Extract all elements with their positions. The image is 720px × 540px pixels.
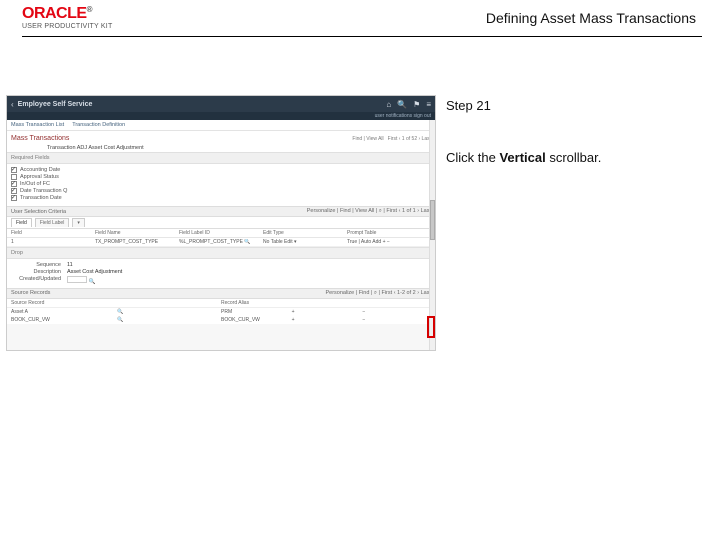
user-grid-row: 1 TX_PROMPT_COST_TYPE %L_PROMPT_COST_TYP… — [7, 238, 435, 247]
step-label: Step 21 — [446, 97, 702, 115]
field-label: Transaction Date — [20, 195, 62, 201]
col-prompt: Prompt Table — [347, 230, 431, 236]
source-records-title: Source Records — [11, 290, 50, 297]
vertical-scrollbar[interactable] — [429, 120, 435, 350]
brand-oracle: ORACLE® — [22, 6, 112, 22]
app-screenshot: ‹ Employee Self Service ⌂ 🔍 ⚑ ≡ user not… — [6, 95, 436, 351]
lookup-icon[interactable]: 🔍 — [89, 279, 96, 285]
required-fields-section: Required Fields — [7, 152, 435, 164]
page-head: Mass Transactions Find | View All First … — [7, 131, 435, 144]
tab-field-label[interactable]: Field Label — [35, 218, 69, 227]
col-edittype: Edit Type — [263, 230, 347, 236]
brand-oracle-text: ORACLE — [22, 5, 87, 22]
find-meta[interactable]: First ‹ 1 of 52 › Last — [388, 136, 431, 142]
cell-fieldname: TX_PROMPT_COST_TYPE — [95, 239, 179, 245]
back-chevron-icon[interactable]: ‹ — [11, 100, 14, 109]
navbar: ‹ Employee Self Service ⌂ 🔍 ⚑ ≡ — [7, 96, 435, 112]
home-icon[interactable]: ⌂ — [386, 100, 391, 109]
add-row-icon[interactable]: + — [292, 309, 361, 315]
brand-sub: USER PRODUCTIVITY KIT — [22, 23, 112, 30]
navbar-icons: ⌂ 🔍 ⚑ ≡ — [386, 100, 431, 109]
prop-desc-value: Asset Cost Adjustment — [67, 269, 122, 275]
flag-icon[interactable]: ⚑ — [413, 100, 420, 109]
content-row: ‹ Employee Self Service ⌂ 🔍 ⚑ ≡ user not… — [0, 95, 720, 351]
prop-created-label: Created/Updated — [11, 276, 61, 285]
drop-section: Drop — [7, 247, 435, 259]
field-label: Date Transaction Q — [20, 188, 67, 194]
created-input[interactable] — [67, 276, 87, 283]
field-label: Accounting Date — [20, 167, 60, 173]
instruction-bold: Vertical — [499, 150, 545, 165]
source-alias: BOOK_CUR_VW — [221, 317, 290, 323]
brand-block: ORACLE® USER PRODUCTIVITY KIT — [22, 6, 112, 30]
find-label[interactable]: Find | View All — [352, 136, 383, 142]
source-row: Asset A 🔍 PRM + − — [7, 308, 435, 316]
user-grid-tabs: Field Field Label ▾ — [7, 217, 435, 229]
source-rec: Asset A — [11, 309, 115, 315]
tab-field[interactable]: Field — [11, 218, 32, 227]
properties-block: Sequence 11 Description Asset Cost Adjustm… — [7, 259, 435, 288]
col-field: Field — [11, 230, 95, 236]
user-grid-cols: Field Field Name Field Label ID Edit Typ… — [7, 229, 435, 238]
col-source-record: Source Record — [11, 300, 221, 306]
cell-prompt: True | Auto Add — [347, 239, 381, 245]
col-labelid: Field Label ID — [179, 230, 263, 236]
tab-more-icon[interactable]: ▾ — [72, 218, 85, 227]
source-rec: BOOK_CUR_VW — [11, 317, 115, 323]
prop-sequence-label: Sequence — [11, 262, 61, 268]
remove-row-icon[interactable]: − — [387, 239, 390, 245]
remove-row-icon[interactable]: − — [362, 317, 431, 323]
subnav-text: user notifications sign out — [375, 113, 431, 119]
col-fieldname: Field Name — [95, 230, 179, 236]
menu-icon[interactable]: ≡ — [426, 100, 431, 109]
source-records-controls[interactable]: Personalize | Find | ⌕ | First ‹ 1-2 of … — [326, 290, 432, 297]
cell-label: %L_PROMPT_COST_TYPE — [179, 239, 243, 245]
remove-row-icon[interactable]: − — [362, 309, 431, 315]
search-icon[interactable]: 🔍 — [397, 100, 407, 109]
breadcrumb-item-1[interactable]: Mass Transaction List — [11, 122, 64, 128]
checkbox-icon[interactable] — [11, 195, 17, 201]
doc-header: ORACLE® USER PRODUCTIVITY KIT Defining A… — [0, 0, 720, 32]
navbar-title: Employee Self Service — [18, 101, 93, 108]
source-alias: PRM — [221, 309, 290, 315]
transaction-label: Transaction ADJ Asset Cost Adjustment — [7, 144, 435, 152]
lookup-icon[interactable]: 🔍 — [117, 309, 221, 315]
trademark-icon: ® — [87, 5, 92, 14]
source-row: BOOK_CUR_VW 🔍 BOOK_CUR_VW + − — [7, 316, 435, 324]
instruction-panel: Step 21 Click the Vertical scrollbar. — [446, 95, 702, 351]
dropdown-icon[interactable]: ▾ — [294, 239, 297, 245]
page-title: Mass Transactions — [11, 135, 69, 142]
header-rule — [22, 36, 702, 37]
breadcrumb-item-2[interactable]: Transaction Definition — [72, 122, 125, 128]
prop-desc-label: Description — [11, 269, 61, 275]
scrollbar-thumb[interactable] — [430, 200, 435, 240]
required-fields-block: Accounting Date Approval Status In/Out o… — [7, 164, 435, 206]
instruction-suffix: scrollbar. — [546, 150, 602, 165]
source-records-section: Source Records Personalize | Find | ⌕ | … — [7, 288, 435, 299]
cell-edittype: No Table Edit — [263, 239, 293, 245]
doc-title: Defining Asset Mass Transactions — [486, 10, 702, 26]
prop-sequence-value: 11 — [67, 262, 73, 268]
checkbox-icon[interactable] — [11, 167, 17, 173]
user-grid-controls[interactable]: Personalize | Find | View All | ⌕ | Firs… — [307, 208, 431, 215]
col-record-alias: Record Alias — [221, 300, 431, 306]
add-row-icon[interactable]: + — [383, 239, 386, 245]
instruction-prefix: Click the — [446, 150, 499, 165]
instruction-text: Click the Vertical scrollbar. — [446, 149, 702, 167]
lookup-icon[interactable]: 🔍 — [117, 317, 221, 323]
add-row-icon[interactable]: + — [292, 317, 361, 323]
subnav: user notifications sign out — [7, 112, 435, 120]
cell-seq: 1 — [11, 239, 95, 245]
source-cols: Source Record Record Alias — [7, 299, 435, 308]
lookup-icon[interactable]: 🔍 — [244, 239, 250, 245]
breadcrumb: Mass Transaction List Transaction Defini… — [7, 120, 435, 131]
user-grid-title: User Selection Criteria — [11, 209, 66, 215]
field-label: In/Out of FC — [20, 181, 50, 187]
user-grid-header: User Selection Criteria Personalize | Fi… — [7, 206, 435, 217]
field-label: Approval Status — [20, 174, 59, 180]
